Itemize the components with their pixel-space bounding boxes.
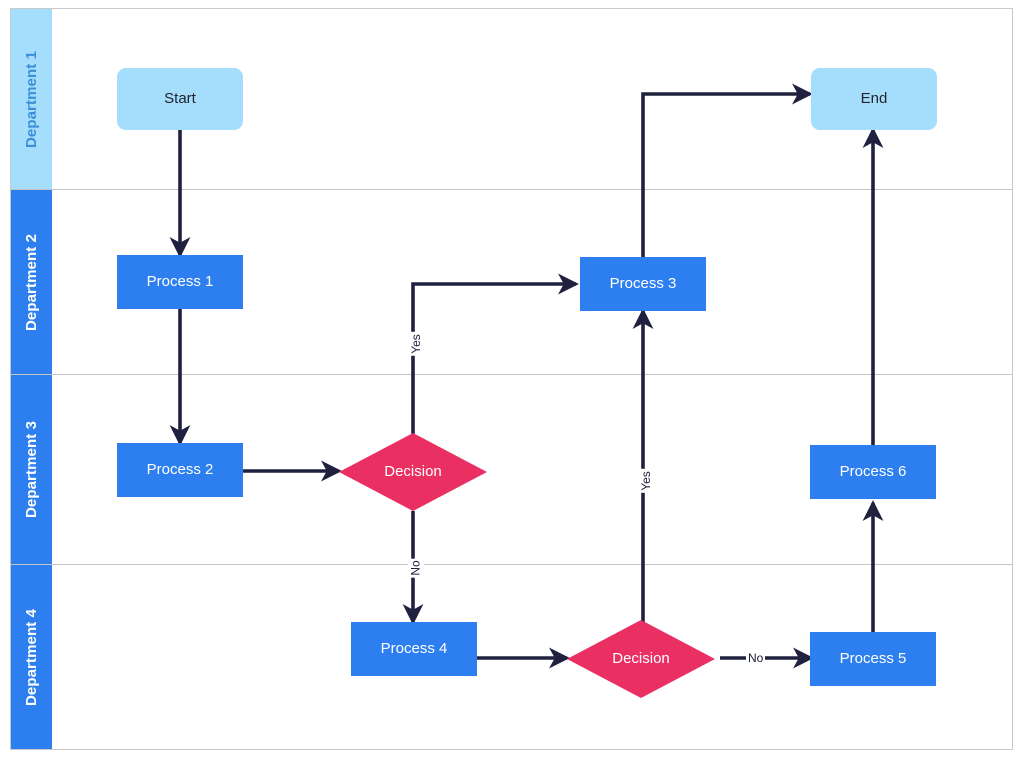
swimlane-label-department-3: Department 3: [23, 420, 40, 519]
edge-label-no-decision1: No: [407, 558, 424, 578]
edge-label-yes-decision2: Yes: [637, 469, 654, 493]
node-decision2-label: Decision: [612, 650, 670, 668]
swimlane-header-department-4[interactable]: Department 4: [11, 565, 52, 749]
node-process6[interactable]: Process 6: [810, 445, 936, 499]
node-process5-label: Process 5: [839, 650, 907, 668]
node-process2[interactable]: Process 2: [117, 443, 243, 497]
node-process1[interactable]: Process 1: [117, 255, 243, 309]
node-process4-label: Process 4: [380, 640, 448, 658]
swimlane-label-department-2: Department 2: [23, 233, 40, 331]
node-process5[interactable]: Process 5: [810, 632, 936, 686]
edge-label-no-decision2: No: [746, 650, 766, 666]
node-end[interactable]: End: [811, 68, 937, 130]
node-decision2[interactable]: Decision: [567, 620, 715, 698]
node-process1-label: Process 1: [146, 273, 214, 291]
node-decision1[interactable]: Decision: [339, 433, 487, 511]
swimlane-header-department-1[interactable]: Department 1: [11, 9, 52, 189]
node-decision1-label: Decision: [384, 463, 442, 481]
swimlane-label-department-4: Department 4: [23, 608, 40, 706]
node-start[interactable]: Start: [117, 68, 243, 130]
node-process3[interactable]: Process 3: [580, 257, 706, 311]
swimlane-label-department-1: Department 1: [23, 50, 40, 148]
swimlane-header-department-3[interactable]: Department 3: [11, 375, 52, 564]
node-process6-label: Process 6: [839, 463, 907, 481]
node-end-label: End: [860, 90, 888, 108]
swimlane-header-department-2[interactable]: Department 2: [11, 190, 52, 374]
node-process2-label: Process 2: [146, 461, 214, 479]
node-process4[interactable]: Process 4: [351, 622, 477, 676]
node-process3-label: Process 3: [609, 275, 677, 293]
diagram-canvas[interactable]: Department 1 Department 2 Department 3 D…: [10, 8, 1013, 750]
flowchart-screenshot: Department 1 Department 2 Department 3 D…: [0, 0, 1024, 757]
edge-label-yes-decision1: Yes: [407, 332, 424, 356]
node-start-label: Start: [164, 90, 196, 108]
